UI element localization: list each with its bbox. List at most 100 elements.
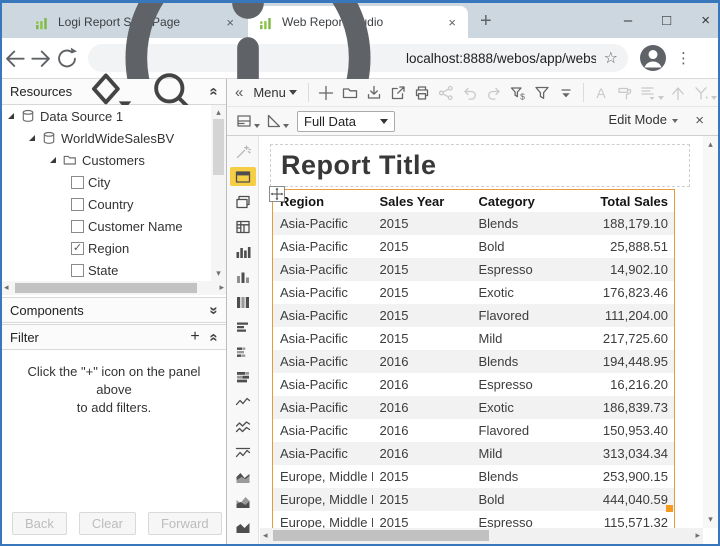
more-filter-options-icon[interactable]	[556, 82, 576, 104]
table-row[interactable]: Asia-Pacific2015Exotic176,823.46	[273, 281, 675, 304]
table-cell[interactable]: 115,571.32	[572, 511, 675, 528]
collapse-panel-icon[interactable]: «	[205, 333, 222, 341]
column-header[interactable]: Region	[273, 190, 373, 213]
table-row[interactable]: Asia-Pacific2016Flavored150,953.40	[273, 419, 675, 442]
url-text[interactable]: localhost:8888/webos/app/webstudio/index…	[406, 51, 596, 66]
tree-item-city[interactable]: City	[2, 171, 226, 193]
report-page[interactable]: Report Title RegionSales YearCategoryTot…	[260, 136, 703, 528]
table-header-row[interactable]: RegionSales YearCategoryTotal Sales	[273, 190, 675, 213]
table-move-handle[interactable]	[269, 186, 285, 202]
profile-avatar[interactable]	[640, 45, 666, 71]
palette-tabular-icon[interactable]	[230, 192, 256, 211]
table-cell[interactable]: 188,179.10	[572, 212, 675, 235]
components-panel-header[interactable]: Components »	[2, 297, 226, 323]
filter-panel-header[interactable]: Filter + «	[2, 324, 226, 350]
table-cell[interactable]: 2016	[373, 396, 472, 419]
checkbox[interactable]: ✓	[71, 242, 84, 255]
palette-crosstab-icon[interactable]	[230, 217, 256, 236]
tree-item-country[interactable]: Country	[2, 193, 226, 215]
table-row[interactable]: Asia-Pacific2016Blends194,448.95	[273, 350, 675, 373]
export-icon[interactable]	[388, 82, 408, 104]
table-cell[interactable]: Mild	[472, 327, 572, 350]
table-cell[interactable]: Asia-Pacific	[273, 304, 373, 327]
filter-icon[interactable]	[532, 82, 552, 104]
table-cell[interactable]: Asia-Pacific	[273, 281, 373, 304]
table-row[interactable]: Europe, Middle Ea2015Espresso115,571.32	[273, 511, 675, 528]
report-title-block[interactable]: Report Title	[270, 144, 690, 187]
window-maximize-icon[interactable]: □	[662, 12, 671, 29]
palette-line-chart-3-icon[interactable]	[230, 442, 256, 461]
palette-line-chart-icon[interactable]	[230, 392, 256, 411]
tree-item-customer-name[interactable]: Customer Name	[2, 215, 226, 237]
tree-item-customers[interactable]: Customers	[2, 149, 226, 171]
palette-bar-chart-icon[interactable]	[230, 317, 256, 336]
table-cell[interactable]: Asia-Pacific	[273, 235, 373, 258]
table-cell[interactable]: 16,216.20	[572, 373, 675, 396]
table-cell[interactable]: Asia-Pacific	[273, 396, 373, 419]
save-report-icon[interactable]	[364, 82, 384, 104]
table-row[interactable]: Asia-Pacific2016Espresso16,216.20	[273, 373, 675, 396]
table-cell[interactable]: 2015	[373, 304, 472, 327]
scroll-down-icon[interactable]: ▾	[211, 268, 226, 279]
browser-menu-icon[interactable]: ⋮	[676, 49, 691, 67]
print-icon[interactable]	[412, 82, 432, 104]
table-row[interactable]: Europe, Middle Ea2015Blends253,900.15	[273, 465, 675, 488]
palette-area-chart-icon[interactable]	[230, 467, 256, 486]
table-cell[interactable]: 253,900.15	[572, 465, 675, 488]
canvas-vertical-scrollbar[interactable]: ▴ ▾	[703, 136, 718, 528]
table-cell[interactable]: Exotic	[472, 281, 572, 304]
table-cell[interactable]: 2016	[373, 442, 472, 465]
table-cell[interactable]: Blends	[472, 465, 572, 488]
table-cell[interactable]: Asia-Pacific	[273, 327, 373, 350]
palette-column-chart-icon[interactable]	[230, 242, 256, 261]
table-cell[interactable]: Exotic	[472, 396, 572, 419]
table-cell[interactable]: 2015	[373, 212, 472, 235]
report-title[interactable]: Report Title	[281, 150, 437, 181]
palette-area-chart-2-icon[interactable]	[230, 492, 256, 511]
scroll-left-icon[interactable]: ◂	[263, 530, 268, 541]
scroll-right-icon[interactable]: ▸	[219, 282, 224, 293]
table-cell[interactable]: 2015	[373, 465, 472, 488]
table-cell[interactable]: Blends	[472, 350, 572, 373]
table-row[interactable]: Asia-Pacific2015Espresso14,902.10	[273, 258, 675, 281]
checkbox[interactable]	[71, 176, 84, 189]
table-cell[interactable]: 2015	[373, 511, 472, 528]
palette-more-components-icon[interactable]	[230, 542, 256, 544]
checkbox[interactable]	[71, 264, 84, 277]
close-report-icon[interactable]: ×	[695, 112, 704, 129]
palette-banded-object-icon[interactable]	[230, 167, 256, 186]
layout-panes-icon[interactable]	[235, 110, 260, 132]
scroll-right-icon[interactable]: ▸	[695, 530, 700, 541]
scroll-left-icon[interactable]: ◂	[4, 282, 9, 293]
scroll-up-icon[interactable]: ▴	[703, 139, 718, 150]
scroll-down-icon[interactable]: ▾	[703, 514, 718, 525]
table-resize-handle[interactable]	[666, 505, 673, 512]
table-cell[interactable]: 194,448.95	[572, 350, 675, 373]
table-cell[interactable]: Flavored	[472, 304, 572, 327]
palette-bar-chart-2-icon[interactable]	[230, 342, 256, 361]
palette-column-chart-3-icon[interactable]	[230, 292, 256, 311]
table-cell[interactable]: Mild	[472, 442, 572, 465]
table-cell[interactable]: Asia-Pacific	[273, 350, 373, 373]
table-cell[interactable]: Flavored	[472, 419, 572, 442]
back-icon[interactable]	[2, 45, 28, 71]
tree-horizontal-scrollbar[interactable]: ◂ ▸	[2, 281, 226, 295]
add-filter-button[interactable]: +	[190, 328, 199, 346]
table-cell[interactable]: Asia-Pacific	[273, 373, 373, 396]
column-header[interactable]: Total Sales	[572, 190, 675, 213]
expand-panel-icon[interactable]: »	[205, 306, 222, 314]
window-minimize-icon[interactable]: –	[624, 12, 632, 29]
tree-vertical-scrollbar[interactable]: ▴ ▾	[211, 105, 226, 281]
table-row[interactable]: Asia-Pacific2016Mild313,034.34	[273, 442, 675, 465]
table-cell[interactable]: 2016	[373, 419, 472, 442]
table-cell[interactable]: 313,034.34	[572, 442, 675, 465]
palette-bar-chart-3-icon[interactable]	[230, 367, 256, 386]
checkbox[interactable]	[71, 198, 84, 211]
bookmark-star-icon[interactable]: ☆	[604, 48, 618, 68]
window-close-icon[interactable]: ×	[701, 12, 710, 29]
table-cell[interactable]: Espresso	[472, 258, 572, 281]
table-cell[interactable]: 150,953.40	[572, 419, 675, 442]
refresh-icon[interactable]	[54, 45, 80, 71]
table-cell[interactable]: 111,204.00	[572, 304, 675, 327]
table-cell[interactable]: 2016	[373, 350, 472, 373]
